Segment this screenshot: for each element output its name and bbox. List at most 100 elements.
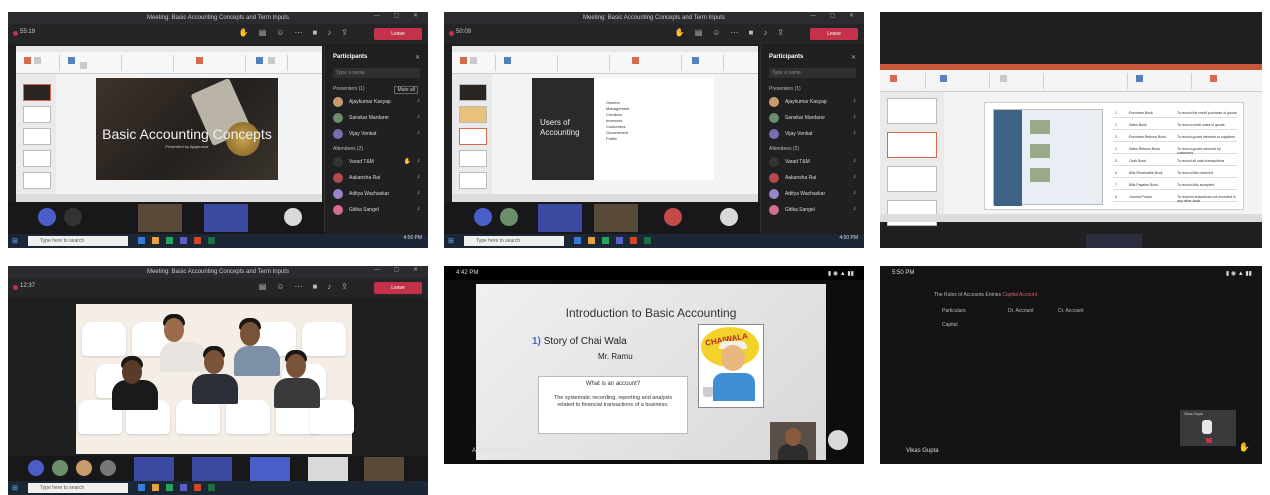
video-tile[interactable]	[38, 208, 56, 226]
thumbnail-1[interactable]	[887, 98, 937, 124]
video-tile[interactable]	[204, 204, 248, 232]
camera-icon[interactable]: ■	[748, 28, 753, 37]
video-tile[interactable]	[364, 457, 404, 481]
avatar[interactable]	[828, 430, 848, 450]
video-tile[interactable]	[500, 208, 518, 226]
taskbar-search-input[interactable]: Type here to search	[464, 236, 564, 246]
leave-button[interactable]: Leave	[374, 28, 422, 40]
thumbnail-5[interactable]	[459, 172, 487, 189]
close-icon[interactable]: ✕	[851, 54, 856, 61]
participant-row[interactable]: Vijay Venkat ♪	[769, 128, 856, 142]
participants-icon[interactable]: ☺	[276, 28, 284, 37]
windows-start-icon[interactable]: ⊞	[12, 484, 18, 492]
raise-hand-icon[interactable]: ✋	[239, 28, 249, 37]
taskbar-search-input[interactable]: Type here to search	[28, 483, 128, 493]
participants-icon[interactable]: ☺	[276, 282, 284, 291]
video-tile[interactable]	[474, 208, 492, 226]
window-controls[interactable]: — ▢ ✕	[374, 266, 424, 273]
table-row: 7 Bills Payable Book To record bills accep…	[1113, 181, 1237, 190]
share-icon[interactable]: ⇪	[341, 282, 348, 291]
thumbnail-3[interactable]	[23, 128, 51, 145]
video-tile[interactable]	[250, 457, 290, 481]
participant-row[interactable]: Aditya Wachaskar ♪	[333, 188, 420, 202]
video-tile[interactable]	[664, 208, 682, 226]
mic-icon[interactable]: ♪	[763, 28, 767, 37]
video-tile[interactable]	[76, 460, 92, 476]
screenshot-mobile-slide: 4:42 PM ▮ ◉ ▲ ▮▮ Introduction to Basic A…	[444, 266, 864, 464]
thumbnail-2[interactable]	[23, 106, 51, 123]
participant-row[interactable]: Gitika Sangel ♪	[333, 204, 420, 218]
participant-row[interactable]: Vijay Venkat ♪	[333, 128, 420, 142]
together-mode-view	[76, 304, 354, 454]
participants-icon[interactable]: ☺	[712, 28, 720, 37]
control-bar[interactable]	[1086, 234, 1142, 248]
thumbnail-1[interactable]	[23, 84, 51, 101]
window-controls[interactable]: — ▢ ✕	[374, 12, 424, 19]
video-tile[interactable]	[284, 208, 302, 226]
participant-row[interactable]: Aakansha Rai ♪	[769, 172, 856, 186]
thumbnail-1[interactable]	[459, 84, 487, 101]
windows-start-icon[interactable]: ⊞	[448, 237, 454, 245]
participant-row[interactable]: Gitika Sangel ♪	[769, 204, 856, 218]
video-tile[interactable]	[308, 457, 348, 481]
share-icon[interactable]: ⇪	[777, 28, 784, 37]
mic-icon[interactable]: ♪	[327, 282, 331, 291]
panel-title: Participants	[333, 54, 368, 60]
thumbnail-3[interactable]	[887, 166, 937, 192]
thumbnail-4[interactable]	[23, 150, 51, 167]
chat-icon[interactable]: ▤	[695, 28, 703, 37]
taskbar-search-input[interactable]: Type here to search	[28, 236, 128, 246]
participant-row[interactable]: Ajaykumar Kasyap ♪	[333, 96, 420, 110]
video-tile[interactable]	[538, 204, 582, 232]
raise-hand-icon[interactable]: ✋	[1239, 442, 1250, 453]
camera-icon[interactable]: ■	[312, 28, 317, 37]
end-call-icon[interactable]	[1206, 438, 1212, 443]
raise-hand-icon[interactable]: ✋	[675, 28, 685, 37]
participant-row[interactable]: Sanskar Mardarer ♪	[333, 112, 420, 126]
video-tile[interactable]	[720, 208, 738, 226]
participant-row[interactable]: Varad T&M ✋ ♪	[333, 156, 420, 170]
thumbnail-2[interactable]	[459, 106, 487, 123]
more-icon[interactable]: ⋯	[294, 28, 302, 37]
participant-row[interactable]: Aditya Wachaskar ♪	[769, 188, 856, 202]
camera-icon[interactable]: ■	[312, 282, 317, 291]
chat-icon[interactable]: ▤	[259, 282, 267, 291]
close-icon[interactable]: ✕	[415, 54, 420, 61]
share-icon[interactable]: ⇪	[341, 28, 348, 37]
window-controls[interactable]: — ▢ ✕	[810, 12, 860, 19]
heading-link[interactable]: Capital Account	[1002, 292, 1037, 298]
video-tile[interactable]	[100, 460, 116, 476]
mute-all-button[interactable]: Mute all	[394, 86, 418, 94]
participant-search-input[interactable]: Type a name	[769, 68, 856, 78]
video-tile[interactable]	[594, 204, 638, 232]
participant-card[interactable]: Vikas Gupta	[1180, 410, 1236, 446]
more-icon[interactable]: ⋯	[730, 28, 738, 37]
thumbnail-3[interactable]	[459, 128, 487, 145]
video-tile[interactable]	[64, 208, 82, 226]
thumbnail-2[interactable]	[887, 132, 937, 158]
participant-search-input[interactable]: Type a name	[333, 68, 420, 78]
participant-row[interactable]: Sanskar Mardarer ♪	[769, 112, 856, 126]
mic-icon: ♪	[853, 174, 856, 180]
participant-row[interactable]: Varad T&M ♪	[769, 156, 856, 170]
video-tile[interactable]	[52, 460, 68, 476]
mic-icon[interactable]: ♪	[327, 28, 331, 37]
avatar	[333, 205, 343, 215]
video-tile[interactable]	[138, 204, 182, 232]
participant-row[interactable]: Aakansha Rai ♪	[333, 172, 420, 186]
attendees-header: Attendees (2)	[333, 146, 364, 152]
presenter-video[interactable]	[770, 422, 816, 460]
leave-button[interactable]: Leave	[374, 282, 422, 294]
heading-text: The Rules of Accounts Entries	[934, 292, 1001, 298]
video-tile[interactable]	[134, 457, 174, 481]
leave-button[interactable]: Leave	[810, 28, 858, 40]
participant-row[interactable]: Ajaykumar Kasyap ♪	[769, 96, 856, 110]
chat-icon[interactable]: ▤	[259, 28, 267, 37]
thumbnail-5[interactable]	[23, 172, 51, 189]
more-icon[interactable]: ⋯	[294, 282, 302, 291]
windows-start-icon[interactable]: ⊞	[12, 237, 18, 245]
thumbnail-4[interactable]	[887, 200, 937, 226]
video-tile[interactable]	[192, 457, 232, 481]
video-tile[interactable]	[28, 460, 44, 476]
thumbnail-4[interactable]	[459, 150, 487, 167]
